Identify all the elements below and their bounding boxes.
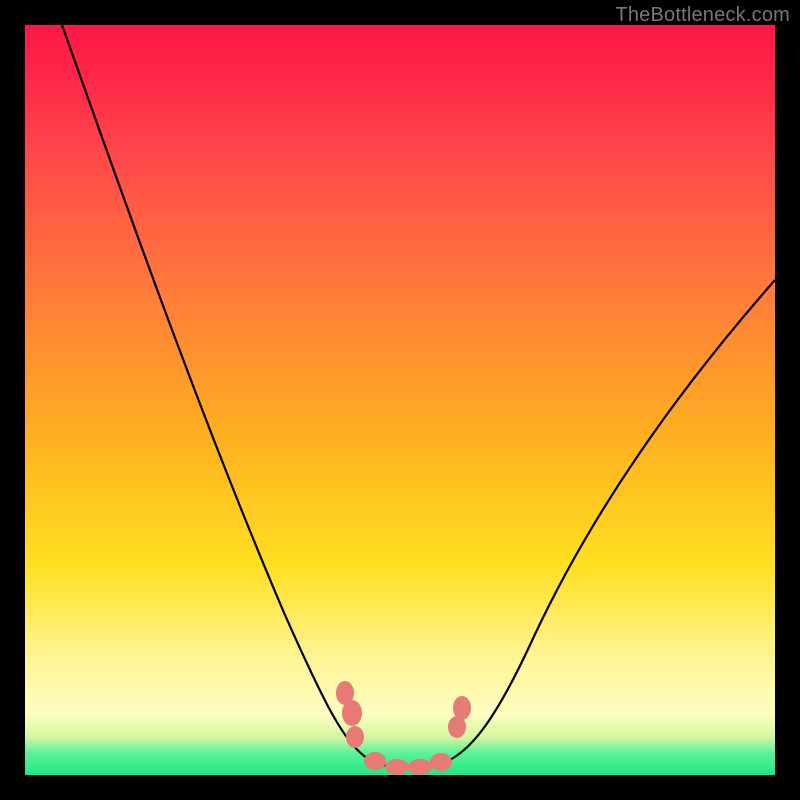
curve-svg xyxy=(25,25,775,775)
chart-frame: TheBottleneck.com xyxy=(0,0,800,800)
bottleneck-curve xyxy=(62,25,775,768)
highlight-dots xyxy=(336,681,471,775)
watermark-text: TheBottleneck.com xyxy=(615,4,790,27)
plot-area xyxy=(25,25,775,775)
